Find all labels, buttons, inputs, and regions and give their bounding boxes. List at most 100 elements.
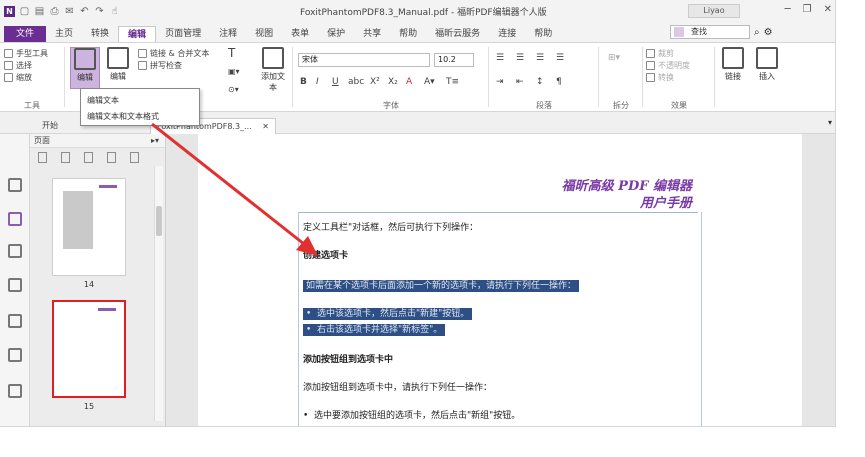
form-fields-icon[interactable] [8,384,22,398]
tab-file[interactable]: 文件 [4,26,47,42]
bold-icon[interactable]: B [300,77,307,87]
split-icon[interactable]: ⊞▾ [608,53,620,63]
opacity-button[interactable]: 不透明度 [646,59,712,71]
redo-icon[interactable]: ↷ [94,6,105,17]
indent-icon[interactable]: ⇥ [496,77,504,87]
comments-icon[interactable] [8,278,22,292]
page-options-icon[interactable] [130,151,139,163]
tab-view[interactable]: 视图 [246,26,282,42]
security-icon[interactable] [8,348,22,362]
delete-page-icon[interactable] [84,151,93,163]
subscript-icon[interactable]: X₂ [388,77,398,87]
close-icon[interactable]: ✕ [824,4,832,16]
spellcheck[interactable]: 拼写检查 [138,59,224,71]
align-right-icon[interactable]: ☰ [536,53,544,63]
paragraph-spacing-icon[interactable]: ¶ [556,77,562,87]
tab-protect[interactable]: 保护 [318,26,354,42]
panel-header: 页面 ▸▾ [30,134,165,148]
link-button[interactable]: 链接 [718,47,748,89]
selected-text-line[interactable]: 如需在某个选项卡后面添加一个新的选项卡，请执行下列任一操作： [303,278,580,292]
insert-button[interactable]: 插入 [752,47,782,89]
highlight-icon[interactable]: A▾ [424,77,435,87]
scrollbar-thumb[interactable] [156,206,162,236]
text-line[interactable]: 添加按钮组到选项卡中，请执行下列任一操作： [303,380,492,393]
tab-help-2[interactable]: 帮助 [525,26,561,42]
attachments-icon[interactable] [8,314,22,328]
collapse-panel-icon[interactable]: ▸▾ [151,134,159,148]
tab-comment[interactable]: 注释 [210,26,246,42]
window-title: FoxitPhantomPDF8.3_Manual.pdf - 福昕PDF编辑器… [300,8,547,18]
tab-share[interactable]: 共享 [354,26,390,42]
rotate-page-icon[interactable] [107,151,116,163]
tab-start[interactable]: 开始 [42,118,58,134]
section-heading[interactable]: 创建选项卡 [303,248,348,261]
tab-connect[interactable]: 连接 [489,26,525,42]
save-icon[interactable]: ▤ [34,6,45,17]
app-logo-icon[interactable]: N [4,5,15,17]
user-account[interactable]: Liyao [688,4,740,18]
thumbnail-scrollbar[interactable] [154,166,163,421]
select-tool[interactable]: 选择 [4,59,60,71]
open-icon[interactable]: ▢ [19,6,30,17]
add-shape-icon[interactable]: ⊙▾ [228,83,252,95]
page-thumbnail-14[interactable] [52,178,126,276]
text-line[interactable]: 定义工具栏"对话框，然后可执行下列操作： [303,220,478,233]
page-thumbnails-icon[interactable] [8,212,22,226]
zoom-tool[interactable]: 缩放 [4,71,60,83]
bookmark-icon[interactable] [8,178,22,192]
page-thumbnail-15[interactable] [52,300,126,398]
minimize-icon[interactable]: ─ [785,4,791,16]
email-icon[interactable]: ✉ [64,6,75,17]
underline-icon[interactable]: U [332,77,339,87]
strikethrough-icon[interactable]: abc [348,77,364,87]
edit-object-button[interactable]: 编辑 [103,47,133,89]
bullet-line[interactable]: • 选中要添加按钮组的选项卡，然后点击"新组"按钮。 [303,408,520,421]
superscript-icon[interactable]: X² [370,77,380,87]
collapse-ribbon-icon[interactable]: ▾ [828,118,832,127]
align-left-icon[interactable]: ☰ [496,53,504,63]
print-icon[interactable]: ⎙ [49,6,60,17]
hand-icon[interactable]: ☝ [109,6,120,17]
tab-form[interactable]: 表单 [282,26,318,42]
font-size-select[interactable]: 10.2 [434,53,474,67]
outdent-icon[interactable]: ⇤ [516,77,524,87]
selected-bullet: • 选中该选项卡，然后点击"新建"按钮。 [303,308,473,320]
insert-page-icon[interactable] [61,151,70,163]
split-group-label: 拆分 [613,101,629,110]
close-tab-icon[interactable]: ✕ [262,122,269,131]
link-merge-text[interactable]: 链接 & 合并文本 [138,47,224,59]
transform-button[interactable]: 转换 [646,71,712,83]
ribbon-separator [64,47,65,107]
layers-icon[interactable] [8,244,22,258]
restore-icon[interactable]: ❐ [803,4,812,16]
text-edit-box[interactable]: 定义工具栏"对话框，然后可执行下列操作： 创建选项卡 如需在某个选项卡后面添加一… [298,212,702,426]
selected-bullet-line[interactable]: • 右击该选项卡并选择"新标签"。 [303,322,446,336]
tab-edit[interactable]: 编辑 [118,26,157,42]
search-input[interactable]: 查找 [670,25,750,39]
add-image-icon[interactable]: ▣▾ [228,65,252,77]
search-icon[interactable]: ⌕ [754,27,760,38]
tab-home[interactable]: 主页 [46,26,82,42]
tab-convert[interactable]: 转换 [82,26,118,42]
hand-tool[interactable]: 手型工具 [4,47,60,59]
tab-organize[interactable]: 页面管理 [156,26,210,42]
line-spacing-icon[interactable]: ↕ [536,77,544,87]
section-heading[interactable]: 添加按钮组到选项卡中 [303,352,393,365]
zoom-out-pages-icon[interactable] [38,151,47,163]
format-painter-button[interactable]: 添加文本 [258,47,288,92]
char-spacing-icon[interactable]: T≡ [446,77,459,87]
tab-cloud[interactable]: 福昕云服务 [426,26,489,42]
clip-button[interactable]: 裁剪 [646,47,712,59]
add-text-tool[interactable]: T [228,46,252,60]
edit-text-button[interactable]: 编辑 [70,47,100,89]
align-center-icon[interactable]: ☰ [516,53,524,63]
italic-icon[interactable]: I [316,77,319,87]
selected-bullet-line[interactable]: • 选中该选项卡，然后点击"新建"按钮。 [303,306,473,320]
font-color-icon[interactable]: A [406,77,412,87]
tab-help[interactable]: 帮助 [390,26,426,42]
settings-icon[interactable]: ⚙ [764,27,773,38]
justify-icon[interactable]: ☰ [556,53,564,63]
spellcheck-label: 拼写检查 [150,60,182,70]
font-name-select[interactable]: 宋体 [298,53,430,67]
undo-icon[interactable]: ↶ [79,6,90,17]
